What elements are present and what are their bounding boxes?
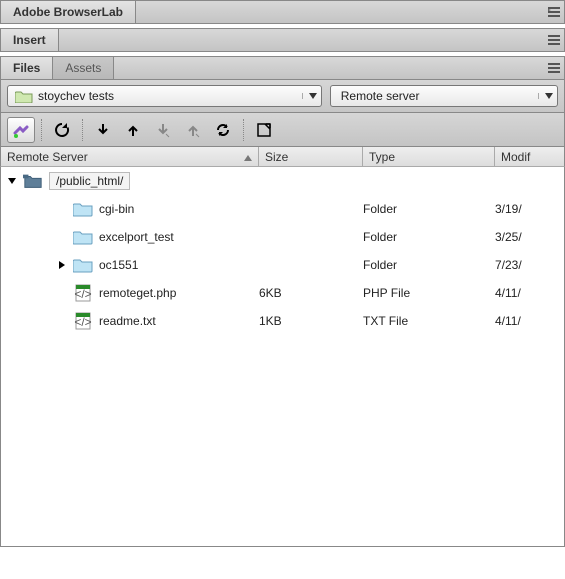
root-row[interactable]: /public_html/ xyxy=(1,167,564,195)
file-name: excelport_test xyxy=(99,230,174,244)
column-size-label: Size xyxy=(265,150,288,164)
folder-icon xyxy=(73,228,93,246)
file-name: readme.txt xyxy=(99,314,156,328)
site-folder-icon xyxy=(14,87,34,105)
table-row[interactable]: oc1551 Folder 7/23/ xyxy=(1,251,564,279)
column-modified-label: Modif xyxy=(501,150,530,164)
file-size: 6KB xyxy=(259,286,363,300)
file-name: cgi-bin xyxy=(99,202,134,216)
insert-tab[interactable]: Insert xyxy=(1,29,59,51)
file-icon: </> xyxy=(73,312,93,330)
file-modified: 4/11/ xyxy=(495,314,564,328)
assets-label: Assets xyxy=(65,61,101,75)
files-tab[interactable]: Files xyxy=(1,57,53,79)
file-modified: 3/19/ xyxy=(495,202,564,216)
file-type: Folder xyxy=(363,230,495,244)
refresh-button[interactable] xyxy=(48,117,76,143)
browserlab-menu-icon[interactable] xyxy=(544,7,564,17)
get-button[interactable] xyxy=(89,117,117,143)
site-name: stoychev tests xyxy=(34,89,296,103)
file-toolbar xyxy=(0,113,565,147)
files-label: Files xyxy=(13,61,40,75)
insert-label: Insert xyxy=(13,33,46,47)
collapse-icon[interactable] xyxy=(7,177,17,185)
column-type[interactable]: Type xyxy=(363,147,495,166)
file-name: remoteget.php xyxy=(99,286,176,300)
column-headers: Remote Server Size Type Modif xyxy=(0,147,565,167)
file-modified: 7/23/ xyxy=(495,258,564,272)
column-name-label: Remote Server xyxy=(7,150,88,164)
insert-panel-bar: Insert xyxy=(0,28,565,52)
column-size[interactable]: Size xyxy=(259,147,363,166)
toolbar-separator xyxy=(41,119,42,141)
column-modified[interactable]: Modif xyxy=(495,147,564,166)
browserlab-tab[interactable]: Adobe BrowserLab xyxy=(1,1,136,23)
file-modified: 3/25/ xyxy=(495,230,564,244)
chevron-down-icon xyxy=(302,93,317,99)
view-dropdown[interactable]: Remote server xyxy=(330,85,558,107)
chevron-down-icon xyxy=(538,93,553,99)
server-folder-icon xyxy=(23,172,43,190)
files-menu-icon[interactable] xyxy=(544,63,564,73)
sync-button[interactable] xyxy=(209,117,237,143)
folder-icon xyxy=(73,256,93,274)
file-icon: </> xyxy=(73,284,93,302)
svg-text:</>: </> xyxy=(74,315,91,329)
toolbar-separator xyxy=(82,119,83,141)
connect-button[interactable] xyxy=(7,117,35,143)
table-row[interactable]: </> readme.txt 1KB TXT File 4/11/ xyxy=(1,307,564,335)
file-name: oc1551 xyxy=(99,258,138,272)
file-type: Folder xyxy=(363,202,495,216)
file-tree: /public_html/ cgi-bin Folder 3/19/ excel… xyxy=(0,167,565,547)
svg-text:</>: </> xyxy=(74,287,91,301)
expand-icon[interactable] xyxy=(57,261,67,269)
site-dropdown[interactable]: stoychev tests xyxy=(7,85,322,107)
browserlab-panel-bar: Adobe BrowserLab xyxy=(0,0,565,24)
files-panel-bar: Files Assets xyxy=(0,56,565,80)
checkin-button[interactable] xyxy=(179,117,207,143)
site-selector-row: stoychev tests Remote server xyxy=(0,80,565,113)
view-label: Remote server xyxy=(337,89,532,103)
folder-icon xyxy=(73,200,93,218)
put-button[interactable] xyxy=(119,117,147,143)
column-type-label: Type xyxy=(369,150,395,164)
file-size: 1KB xyxy=(259,314,363,328)
browserlab-label: Adobe BrowserLab xyxy=(13,5,123,19)
file-type: PHP File xyxy=(363,286,495,300)
expand-button[interactable] xyxy=(250,117,278,143)
file-type: Folder xyxy=(363,258,495,272)
table-row[interactable]: cgi-bin Folder 3/19/ xyxy=(1,195,564,223)
file-type: TXT File xyxy=(363,314,495,328)
column-name[interactable]: Remote Server xyxy=(1,147,259,166)
checkout-button[interactable] xyxy=(149,117,177,143)
assets-tab[interactable]: Assets xyxy=(53,57,114,79)
table-row[interactable]: </> remoteget.php 6KB PHP File 4/11/ xyxy=(1,279,564,307)
table-row[interactable]: excelport_test Folder 3/25/ xyxy=(1,223,564,251)
file-modified: 4/11/ xyxy=(495,286,564,300)
insert-menu-icon[interactable] xyxy=(544,35,564,45)
toolbar-separator xyxy=(243,119,244,141)
root-path: /public_html/ xyxy=(49,172,130,190)
sort-asc-icon xyxy=(244,150,252,164)
